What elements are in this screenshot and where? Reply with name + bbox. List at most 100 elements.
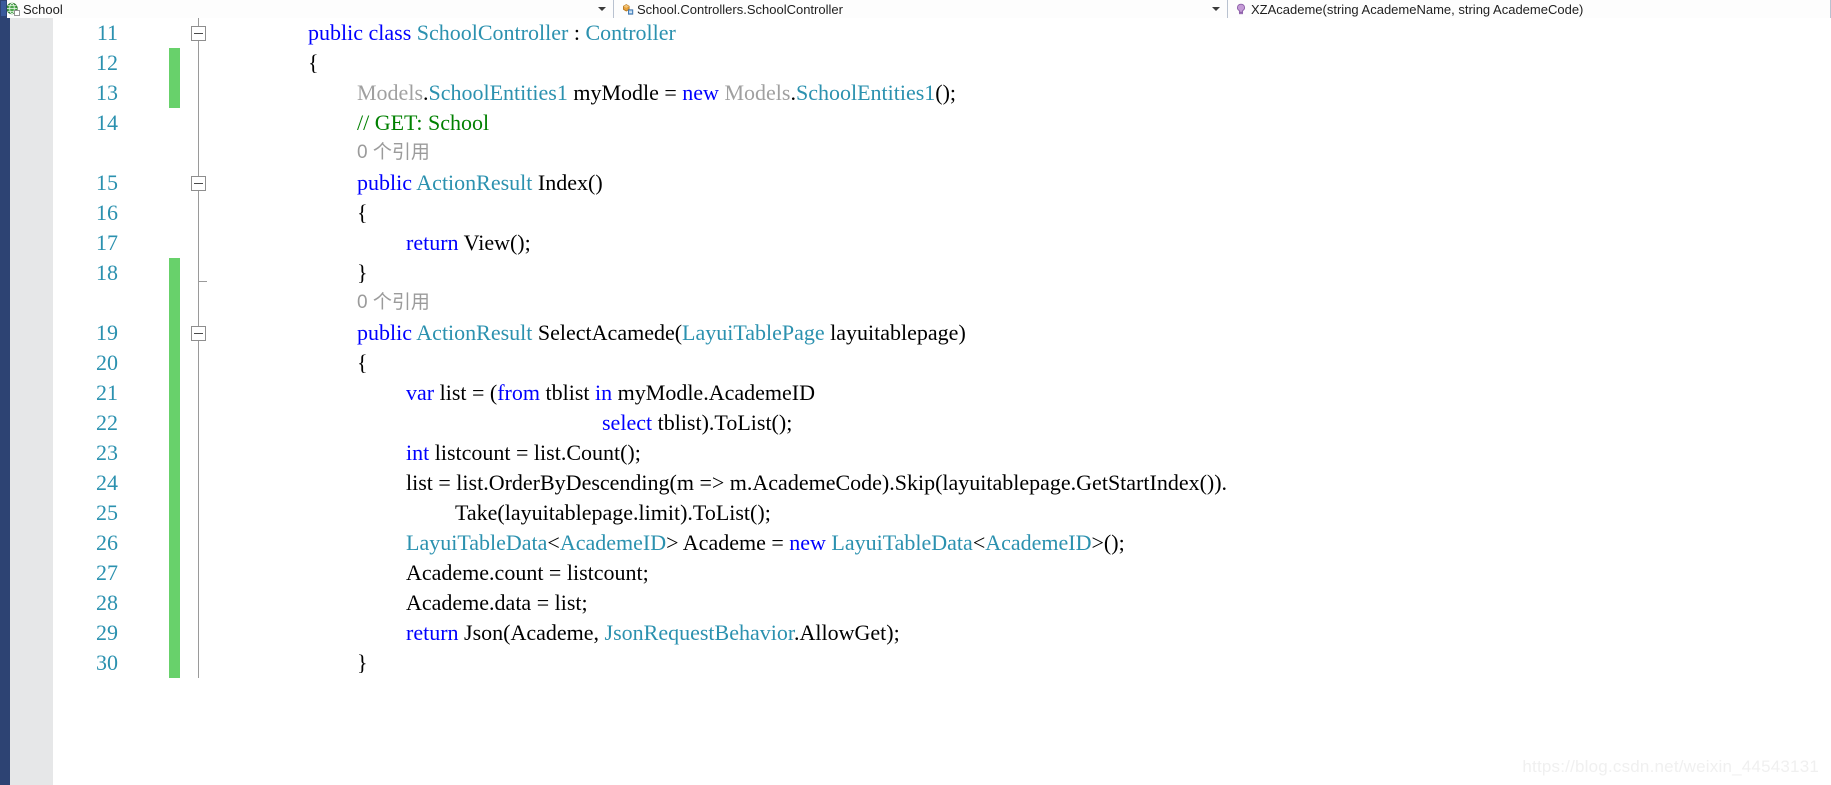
code-line[interactable]: LayuiTableData<AcademeID> Academe = new … [210, 528, 1831, 558]
line-number: 15 [96, 170, 118, 195]
line-number: 30 [96, 650, 118, 675]
change-marker [169, 498, 180, 528]
breakpoint-glyph-margin[interactable] [10, 18, 53, 785]
type-dropdown-label: School.Controllers.SchoolController [637, 1, 843, 17]
line-number: 12 [96, 50, 118, 75]
code-token-typ: JsonRequestBehavior [604, 620, 794, 645]
change-marker [169, 648, 180, 678]
code-line[interactable]: Academe.data = list; [210, 588, 1831, 618]
change-marker [169, 48, 180, 78]
code-line[interactable]: } [210, 648, 1831, 678]
change-marker [169, 348, 180, 378]
code-line[interactable]: Take(layuitablepage.limit).ToList(); [210, 498, 1831, 528]
line-number-blank [53, 138, 118, 168]
code-token-typ: Controller [585, 20, 676, 45]
code-token-plain: layuitablepage) [824, 320, 966, 345]
code-token-plain: .AllowGet); [793, 620, 900, 645]
project-dropdown[interactable]: School [0, 0, 614, 18]
collapse-region-button[interactable] [191, 26, 206, 41]
selection-margin [0, 18, 10, 785]
change-marker-empty [169, 138, 180, 168]
code-line[interactable]: Models.SchoolEntities1 myModle = new Mod… [210, 78, 1831, 108]
code-line[interactable]: { [210, 348, 1831, 378]
code-token-plain: > Academe = [666, 530, 790, 555]
code-token-kw: return [406, 620, 459, 645]
code-token-plain: : [568, 20, 586, 45]
code-token-plain: myModle = [567, 80, 683, 105]
code-line[interactable]: { [210, 198, 1831, 228]
code-line[interactable]: int listcount = list.Count(); [210, 438, 1831, 468]
vs-shell-left-edge [0, 0, 7, 18]
code-text-area[interactable]: public class SchoolController : Controll… [210, 18, 1831, 785]
change-marker [169, 378, 180, 408]
change-marker [169, 438, 180, 468]
line-number: 29 [96, 620, 118, 645]
outlining-margin[interactable] [188, 18, 210, 785]
code-token-kw: select [602, 410, 653, 435]
member-dropdown[interactable]: XZAcademe(string AcademeName, string Aca… [1228, 0, 1831, 18]
code-token-plain: tblist).ToList(); [652, 410, 793, 435]
code-token-plain: listcount = list.Count(); [429, 440, 641, 465]
code-token-kw: public [357, 170, 412, 195]
type-dropdown[interactable]: School.Controllers.SchoolController [614, 0, 1228, 18]
code-token-typ: SchoolEntities1 [428, 80, 568, 105]
line-number: 28 [96, 590, 118, 615]
code-editor[interactable]: 11 12 13 14 15 16 17 18 19 20 21 22 23 24 25 26 27 28 29… [0, 18, 1831, 785]
line-number: 17 [96, 230, 118, 255]
navigation-bar: School School.Controllers.SchoolControll… [0, 0, 1831, 18]
code-token-plain: } [357, 650, 368, 675]
class-icon [620, 2, 634, 16]
code-line[interactable]: public ActionResult Index() [210, 168, 1831, 198]
change-marker [169, 408, 180, 438]
change-marker [169, 588, 180, 618]
code-token-plain: Index() [532, 170, 603, 195]
code-line[interactable]: // GET: School [210, 108, 1831, 138]
line-number: 13 [96, 80, 118, 105]
code-line[interactable]: return Json(Academe, JsonRequestBehavior… [210, 618, 1831, 648]
change-marker-empty [169, 198, 180, 228]
code-token-typ: LayuiTableData [406, 530, 548, 555]
code-token-typ: ActionResult [416, 170, 533, 195]
code-line[interactable]: list = list.OrderByDescending(m => m.Aca… [210, 468, 1831, 498]
code-token-typ: SchoolController [416, 20, 569, 45]
code-line[interactable]: Academe.count = listcount; [210, 558, 1831, 588]
code-token-plain: (); [935, 80, 957, 105]
code-token-plain: } [357, 260, 368, 285]
code-line[interactable]: public class SchoolController : Controll… [210, 18, 1831, 48]
collapse-region-button[interactable] [191, 176, 206, 191]
line-number: 22 [96, 410, 118, 435]
collapse-region-button[interactable] [191, 326, 206, 341]
code-token-cmt: // GET: School [357, 110, 490, 135]
line-number: 11 [96, 20, 118, 45]
code-token-kw: int [406, 440, 430, 465]
code-line[interactable]: return View(); [210, 228, 1831, 258]
codelens-reference-row[interactable]: 0 个引用 [210, 138, 1831, 168]
code-token-typ: AcademeID [985, 530, 1092, 555]
code-line[interactable]: } [210, 258, 1831, 288]
outline-region-end-tick [198, 281, 207, 282]
codelens-reference-row[interactable]: 0 个引用 [210, 288, 1831, 318]
code-token-typ: ActionResult [416, 320, 533, 345]
line-number-gutter: 11 12 13 14 15 16 17 18 19 20 21 22 23 24 25 26 27 28 29… [53, 18, 128, 785]
code-line[interactable]: { [210, 48, 1831, 78]
chevron-down-icon[interactable] [598, 7, 606, 11]
change-marker-empty [169, 108, 180, 138]
code-line[interactable]: public ActionResult SelectAcamede(LayuiT… [210, 318, 1831, 348]
track-changes-bar [169, 18, 180, 785]
code-token-plain: list = ( [434, 380, 498, 405]
code-line[interactable]: var list = (from tblist in myModle.Acade… [210, 378, 1831, 408]
chevron-down-icon[interactable] [1212, 7, 1220, 11]
code-token-kw: class [368, 20, 412, 45]
code-token-kw: public [357, 320, 412, 345]
globe-icon [6, 2, 20, 16]
outline-guide-line [198, 18, 199, 678]
code-token-plain: { [357, 200, 368, 225]
code-token-plain: SelectAcamede( [532, 320, 683, 345]
line-number: 26 [96, 530, 118, 555]
line-number: 27 [96, 560, 118, 585]
code-token-dim: Models [357, 80, 423, 105]
code-line[interactable]: select tblist).ToList(); [210, 408, 1831, 438]
code-token-plain: { [357, 350, 368, 375]
code-token-kw: public [308, 20, 363, 45]
line-number: 16 [96, 200, 118, 225]
